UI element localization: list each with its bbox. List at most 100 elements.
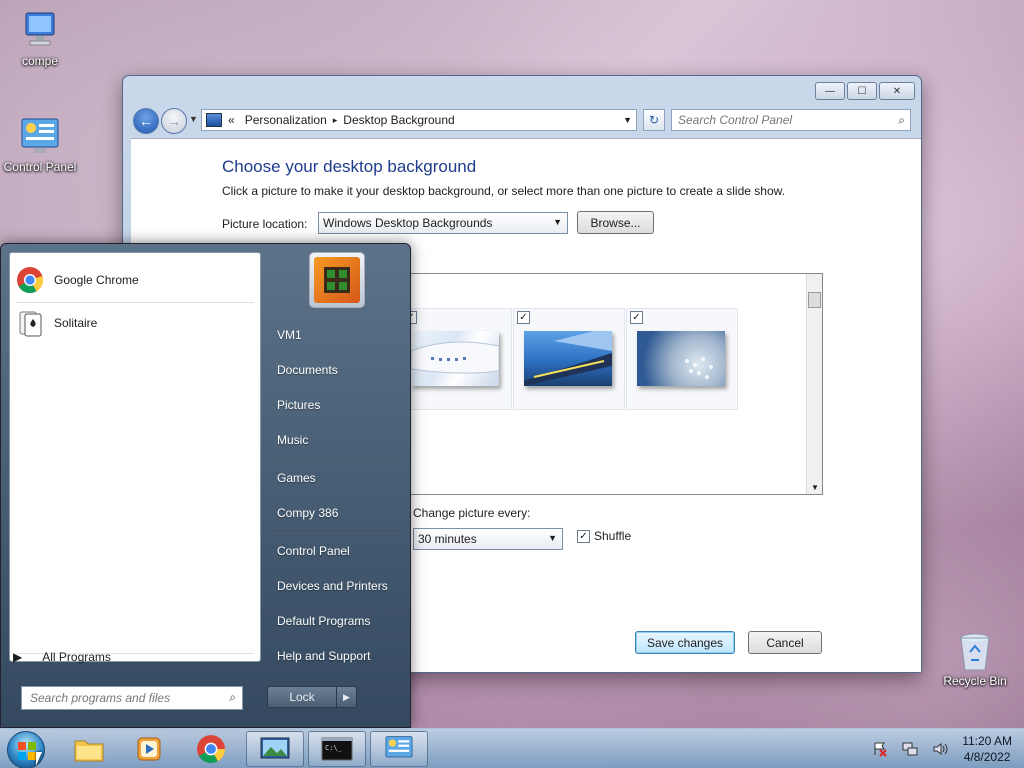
control-panel-small-icon — [206, 113, 222, 127]
chrome-icon — [197, 735, 225, 763]
shuffle-label: Shuffle — [594, 529, 632, 543]
divider — [16, 302, 254, 303]
gallery-scrollbar[interactable]: ▼ — [806, 274, 822, 494]
back-button[interactable]: ← — [133, 108, 159, 134]
lock-button-group: Lock ▶ — [267, 686, 357, 708]
desktop-icon-label: compe — [21, 54, 59, 68]
search-icon: ⌕ — [898, 113, 905, 127]
address-dropdown-icon[interactable]: ▼ — [623, 115, 632, 125]
address-bar[interactable]: « Personalization ▸ Desktop Background ▼ — [201, 109, 637, 131]
volume-icon[interactable] — [932, 741, 948, 757]
checkbox-box[interactable]: ✓ — [577, 529, 590, 543]
desktop-icon-computer[interactable]: compe — [0, 10, 80, 68]
interval-select[interactable]: 30 minutes ▼ — [413, 528, 563, 550]
search-placeholder: Search programs and files — [30, 691, 171, 705]
all-programs-button[interactable]: ▶ All Programs — [13, 650, 111, 664]
control-panel-icon — [385, 736, 413, 758]
clock[interactable]: 11:20 AM 4/8/2022 — [962, 733, 1012, 765]
start-right-help-and-support[interactable]: Help and Support — [277, 649, 370, 663]
breadcrumb-desktop-background[interactable]: Desktop Background — [343, 113, 454, 127]
start-right-compy-386[interactable]: Compy 386 — [277, 506, 338, 520]
action-center-icon[interactable] — [872, 741, 888, 757]
thumbnail-item[interactable]: ✓ — [513, 308, 625, 410]
picture-location-value: Windows Desktop Backgrounds — [323, 216, 493, 230]
breadcrumb-separator[interactable]: ▸ — [333, 115, 338, 126]
user-avatar[interactable] — [309, 252, 365, 308]
thumbnail-item[interactable]: ✓ — [626, 308, 738, 410]
start-item-solitaire[interactable]: Solitaire — [16, 305, 256, 341]
forward-button[interactable]: → — [161, 108, 187, 134]
start-right-control-panel[interactable]: Control Panel — [277, 544, 350, 558]
desktop-icon-control-panel[interactable]: Control Panel — [0, 116, 80, 174]
search-placeholder: Search Control Panel — [678, 113, 793, 127]
desktop-icon-recycle-bin[interactable]: Recycle Bin — [935, 630, 1015, 688]
windows-logo-icon — [18, 742, 36, 760]
breadcrumb-personalization[interactable]: Personalization — [245, 113, 327, 127]
close-button[interactable]: ✕ — [879, 82, 915, 100]
save-changes-button[interactable]: Save changes — [635, 631, 735, 654]
explorer-icon — [74, 740, 104, 762]
chevron-down-icon: ▼ — [553, 217, 562, 227]
picture-location-label: Picture location: — [222, 217, 308, 231]
wallpaper-thumbnail — [410, 331, 500, 386]
start-right-vm1[interactable]: VM1 — [277, 328, 302, 342]
lock-button[interactable]: Lock — [268, 690, 336, 704]
cancel-button[interactable]: Cancel — [748, 631, 822, 654]
taskbar-explorer[interactable] — [60, 731, 118, 767]
chrome-icon — [16, 266, 44, 294]
taskbar-media-player[interactable] — [120, 731, 178, 767]
taskbar-chrome[interactable] — [182, 731, 240, 767]
clock-date: 4/8/2022 — [963, 750, 1011, 764]
desktop-icon-label: Recycle Bin — [943, 674, 1007, 688]
start-right-documents[interactable]: Documents — [277, 363, 338, 377]
chevron-right-icon[interactable]: ▶ — [336, 687, 356, 707]
start-menu: Google Chrome Solitaire ▶ All Programs S… — [0, 243, 411, 728]
computer-icon — [18, 10, 62, 50]
all-programs-label: All Programs — [42, 650, 111, 664]
solitaire-icon — [16, 309, 44, 337]
start-right-pictures[interactable]: Pictures — [277, 398, 320, 412]
breadcrumb-prefix[interactable]: « — [228, 113, 235, 127]
search-control-panel-input[interactable]: Search Control Panel ⌕ — [671, 109, 911, 131]
wallpaper-thumbnail — [637, 331, 725, 386]
divider — [269, 533, 401, 534]
wallpaper-thumbnail — [524, 331, 612, 386]
thumbnail-item[interactable]: ✓ — [400, 308, 512, 410]
start-item-label: Google Chrome — [54, 273, 139, 287]
mouse-cursor — [36, 752, 42, 766]
search-icon: ⌕ — [229, 690, 236, 704]
system-tray: 11:20 AM 4/8/2022 — [872, 729, 1012, 768]
taskbar-personalization[interactable] — [246, 731, 304, 767]
taskbar-control-panel[interactable] — [370, 731, 428, 767]
thumbnail-checkbox[interactable]: ✓ — [630, 311, 643, 324]
maximize-button[interactable]: ☐ — [847, 82, 877, 100]
minimize-button[interactable]: — — [815, 82, 845, 100]
recent-pages-dropdown[interactable]: ▼ — [189, 114, 198, 124]
browse-button[interactable]: Browse... — [577, 211, 654, 234]
scroll-thumb[interactable] — [808, 292, 821, 308]
chevron-down-icon: ▼ — [548, 533, 557, 543]
window-pane-icon — [324, 267, 350, 293]
picture-location-select[interactable]: Windows Desktop Backgrounds ▼ — [318, 212, 568, 234]
network-icon[interactable] — [902, 741, 918, 757]
shuffle-checkbox[interactable]: ✓ Shuffle — [577, 529, 631, 543]
taskbar-cmd[interactable]: C:\_ — [308, 731, 366, 767]
refresh-button[interactable]: ↻ — [643, 109, 665, 131]
search-programs-input[interactable]: Search programs and files ⌕ — [21, 686, 243, 710]
navigation-bar: ← → ▼ « Personalization ▸ Desktop Backgr… — [131, 106, 913, 134]
start-right-devices-and-printers[interactable]: Devices and Printers — [277, 579, 388, 593]
start-right-games[interactable]: Games — [277, 471, 316, 485]
interval-value: 30 minutes — [418, 532, 477, 546]
start-menu-programs-pane: Google Chrome Solitaire — [9, 252, 261, 662]
start-right-music[interactable]: Music — [277, 433, 308, 447]
page-description: Click a picture to make it your desktop … — [222, 184, 785, 198]
personalization-icon — [260, 737, 290, 759]
start-item-google-chrome[interactable]: Google Chrome — [16, 262, 256, 298]
window-controls: — ☐ ✕ — [815, 82, 915, 100]
start-item-label: Solitaire — [54, 316, 98, 330]
recycle-bin-icon — [953, 630, 997, 671]
thumbnail-checkbox[interactable]: ✓ — [517, 311, 530, 324]
start-right-default-programs[interactable]: Default Programs — [277, 614, 370, 628]
clock-time: 11:20 AM — [962, 734, 1012, 748]
scroll-down-icon[interactable]: ▼ — [811, 483, 819, 492]
